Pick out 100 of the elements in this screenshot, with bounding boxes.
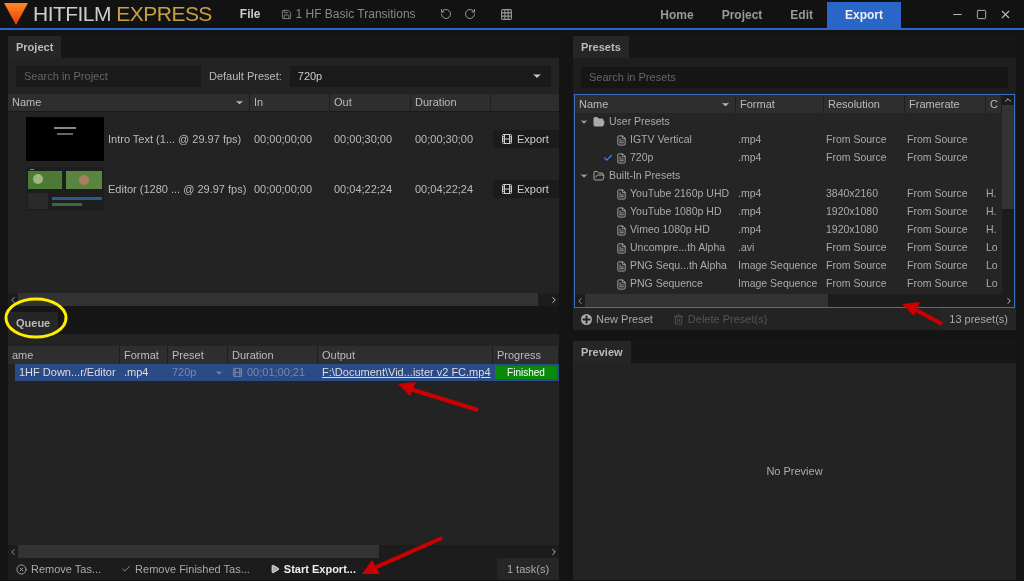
save-icon[interactable] — [280, 8, 292, 20]
search-field[interactable]: Search in Project — [16, 65, 201, 87]
scroll-right-icon[interactable] — [1004, 295, 1014, 306]
document-icon — [616, 152, 627, 164]
panel-tab[interactable]: Presets — [573, 36, 629, 58]
table-cell-text: .mp4 — [737, 204, 763, 220]
sequence-name: Editor (1280 ... @ 29.97 fps) — [108, 181, 247, 197]
folder-icon — [593, 116, 605, 128]
table-cell-text: From Source — [906, 132, 969, 148]
scroll-right-icon[interactable] — [549, 546, 559, 557]
table-cell-text: .mp4 — [737, 132, 763, 148]
table-cell-text: 1920x1080 — [825, 204, 879, 220]
document-icon — [616, 224, 627, 236]
preset-row[interactable]: Uncompre...th Alpha .avi From Source From Source Lo — [575, 239, 1002, 257]
preset-group[interactable]: User Presets — [609, 114, 670, 130]
document-icon — [616, 260, 627, 272]
table-cell-text: From Source — [906, 276, 969, 292]
app-logo-text: HITFILM EXPRESS — [33, 1, 212, 28]
preset-name: YouTube 1080p HD — [630, 204, 722, 220]
preset-row[interactable]: Vimeo 1080p HD .mp4 1920x1080 From Source H. — [575, 221, 1002, 239]
table-cell-text: From Source — [906, 186, 969, 202]
document-icon — [616, 242, 627, 254]
preset-row[interactable]: PNG Sequ...th Alpha Image Sequence From Source From Source Lo — [575, 257, 1002, 275]
table-cell-text: Image Sequence — [737, 276, 819, 292]
highlight-circle — [3, 296, 69, 340]
document-icon — [616, 134, 627, 146]
nav-tab[interactable]: Edit — [776, 2, 827, 28]
remove-task-button[interactable]: Remove Tas... — [16, 560, 102, 578]
queue-row[interactable]: 1HF Down...r/Editor .mp4 720p 00;01;00;21 F:\Document\Vid...ister v2 FC.mp4 Finished — [15, 364, 559, 381]
preset-name: 720p — [630, 150, 654, 166]
redo-icon[interactable] — [463, 8, 476, 20]
nav-tab[interactable]: Export — [827, 2, 901, 28]
document-icon — [616, 188, 627, 200]
column-header[interactable]: Duration — [411, 94, 491, 111]
remove-icon — [16, 563, 27, 575]
table-cell-text: 00;01;00;21 — [247, 365, 306, 381]
preset-row[interactable]: PNG Sequence Image Sequence From Source From Source Lo — [575, 275, 1002, 293]
preset-row[interactable]: IGTV Vertical .mp4 From Source From Source — [575, 131, 1002, 149]
progress-label: Finished — [506, 366, 546, 379]
expand-arrow-icon[interactable] — [579, 171, 589, 181]
table-cell-text: From Source — [825, 132, 888, 148]
preview-message: No Preview — [766, 464, 823, 480]
column-header[interactable]: Name — [8, 94, 250, 111]
table-cell-text: .avi — [737, 240, 756, 256]
preset-dropdown[interactable]: 720p — [289, 65, 551, 87]
table-cell-text: H. — [986, 204, 998, 220]
preset-name: IGTV Vertical — [630, 132, 692, 148]
column-header[interactable]: Out — [330, 94, 411, 111]
new-preset-button[interactable]: New Preset — [581, 310, 653, 328]
check-icon — [121, 564, 132, 574]
grid-icon[interactable] — [499, 7, 513, 21]
preset-name: Uncompre...th Alpha — [630, 240, 726, 256]
panel-tab[interactable]: Project — [8, 36, 62, 58]
export-button[interactable]: Export — [493, 130, 559, 148]
preset-row[interactable]: YouTube 2160p UHD .mp4 3840x2160 From Source H. — [575, 185, 1002, 203]
play-icon — [269, 564, 280, 574]
folder-icon — [593, 170, 605, 182]
scroll-left-icon[interactable] — [8, 294, 18, 305]
start-export-button[interactable]: Start Export... — [269, 560, 356, 578]
nav-tab[interactable]: Project — [707, 2, 777, 28]
panel-tab[interactable]: Preview — [573, 341, 631, 363]
preset-group[interactable]: Built-In Presets — [609, 168, 681, 184]
add-icon — [581, 313, 592, 325]
table-cell-text: Lo — [986, 276, 999, 292]
table-cell-text: .mp4 — [737, 186, 763, 202]
table-cell-text: H. — [986, 186, 998, 202]
scroll-right-icon[interactable] — [549, 294, 559, 305]
scrollbar-thumb[interactable] — [585, 294, 828, 308]
export-button[interactable]: Export — [493, 180, 559, 198]
expand-arrow-icon[interactable] — [579, 117, 589, 127]
table-cell-text: Lo — [986, 240, 999, 256]
table-cell-text: From Source — [906, 222, 969, 238]
document-icon — [616, 278, 627, 290]
film-icon — [232, 367, 243, 378]
table-cell-text: H. — [986, 222, 998, 238]
output-link[interactable]: F:\Document\Vid...ister v2 FC.mp4 — [318, 364, 493, 381]
table-cell-text: From Source — [906, 204, 969, 220]
remove-task-button[interactable]: Remove Finished Tas... — [121, 560, 250, 578]
document-icon — [616, 206, 627, 218]
horizontal-scrollbar[interactable] — [8, 545, 559, 558]
preset-name: PNG Sequence — [630, 276, 703, 292]
preset-row[interactable]: 720p .mp4 From Source From Source — [575, 149, 1002, 167]
scroll-up-icon[interactable] — [1003, 95, 1013, 105]
column-header[interactable]: In — [250, 94, 330, 111]
panel-tab[interactable]: Queue — [8, 312, 59, 334]
horizontal-scrollbar[interactable] — [575, 294, 1014, 308]
table-cell-text: 1HF Down...r/Editor — [18, 365, 117, 381]
nav-tab[interactable]: Home — [646, 2, 708, 28]
maximize-icon[interactable] — [976, 8, 987, 20]
vertical-scrollbar[interactable] — [1002, 95, 1014, 295]
preset-name: YouTube 2160p UHD — [630, 186, 730, 202]
preset-name: PNG Sequ...th Alpha — [630, 258, 727, 274]
search-field[interactable]: Search in Presets — [581, 66, 1008, 88]
undo-icon[interactable] — [439, 8, 452, 20]
project-name: 1 HF Basic Transitions — [295, 6, 416, 23]
film-icon — [501, 133, 513, 145]
file-menu[interactable]: File — [239, 5, 261, 23]
sequence-name: Intro Text (1... @ 29.97 fps) — [108, 131, 242, 147]
preset-row[interactable]: YouTube 1080p HD .mp4 1920x1080 From Source H. — [575, 203, 1002, 221]
table-cell-text: 00;04;22;24 — [333, 181, 394, 197]
